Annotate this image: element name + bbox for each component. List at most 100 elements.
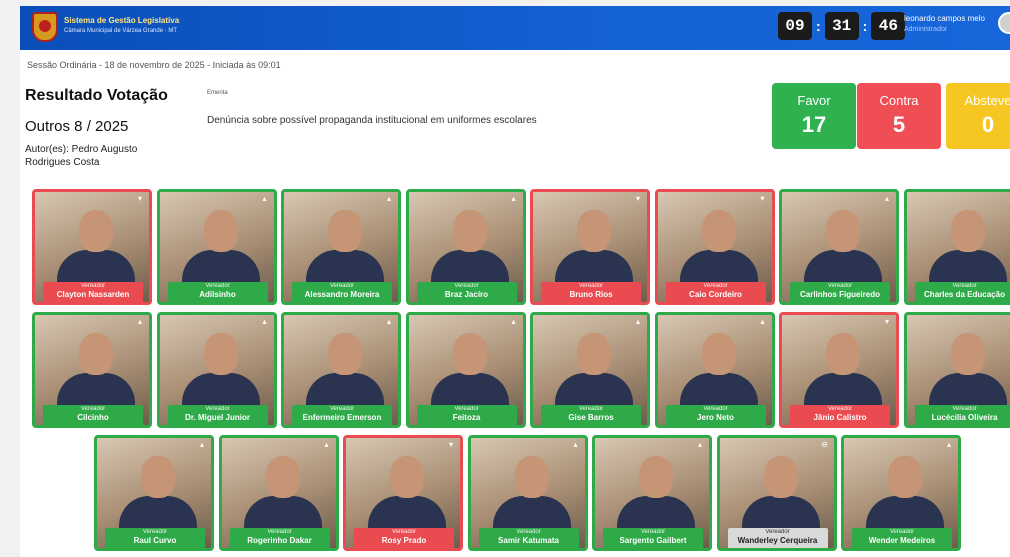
session-info: Sessão Ordinária - 18 de novembro de 202… [27,60,281,70]
councillor-role: Vereador [952,406,977,412]
councillor-card: ▴ VereadorCharles da Educação [903,189,1010,305]
councillor-name-tag: Vereador Lucécilia Oliveira [914,405,1010,425]
councillor-photo-head [826,210,860,252]
tally-abstention-value: 0 [981,112,995,137]
councillor-name-tag: Vereador Bruno Rios [541,282,641,302]
councillor-name-tag: Vereador Alessandro Moreira [292,282,392,302]
councillor-card: ▾ Vereador Caio Cordeiro [654,189,775,305]
councillor-photo-head [701,210,736,252]
councillor-name: Gise Barros [568,413,614,422]
councillor-name: Cilcinho [77,413,109,422]
tally-contra-value: 5 [892,112,906,137]
thumbs-down-icon: ▾ [448,440,453,449]
tally-abstention-label: Absteve [964,93,1010,108]
councillor-role: Vereador [889,529,915,535]
councillor-photo-head [639,456,673,498]
councillor-card: ▴ Vereador Dr. Miguel Junior [156,312,277,428]
councillor-name: Bruno Rios [569,290,613,299]
tally-favor-label: Favor [797,93,831,108]
councillor-card: ⊖ Vereador Wanderley Cerqueira [716,435,837,551]
councillor-role: Vereador [391,529,417,535]
tally-contra-label: Contra [879,93,919,108]
councillor-name: Sargento Gailbert [619,536,687,545]
thumbs-down-icon: ▾ [635,194,640,203]
councillor-name: Samir Katumata [498,536,559,545]
councillor-name-tag: Vereador Dr. Miguel Junior [167,405,268,425]
councillor-name: Feitoza [452,413,481,422]
clock-seconds: 46 [871,12,906,40]
thumbs-up-icon: ▴ [884,194,889,203]
councillor-card: ▴ Vereador Jero Neto [654,312,775,428]
councillor-name-tag: Vereador Rosy Prado [354,528,454,548]
councillor-role: Vereador [142,529,168,535]
councillor-role: Vereador [80,406,106,412]
councillor-name-tag: Vereador Carlinhos Figueiredo [790,282,890,302]
councillor-photo-head [514,456,549,498]
councillor-name: Adilsinho [199,290,236,299]
councillor-photo-head [452,210,487,252]
thumbs-down-icon: ▾ [137,194,142,203]
councillor-role: Vereador [578,406,604,412]
thumbs-up-icon: ▴ [573,440,578,449]
thumbs-down-icon: ▾ [884,317,889,326]
councillor-role: Vereador [267,529,292,535]
councillor-name-tag: Vereador Wanderley Cerqueira [727,528,828,548]
councillor-card: ▴ Vereador Rogerinho Dakar [218,435,339,551]
councillor-name: Jânio Calistro [813,413,867,422]
avatar[interactable] [998,12,1010,34]
thumbs-up-icon: ▴ [946,440,951,449]
councillor-photo-head [265,456,300,498]
councillor-name: Carlinhos Figueiredo [799,290,880,299]
tally-abstention: Absteve 0 [946,83,1010,149]
thumbs-up-icon: ▴ [137,317,142,326]
councillor-name: Clayton Nassarden [56,290,130,299]
councillor-card: ▴ Vereador Adilsinho [156,189,277,305]
councillor-card: ▴ Vereador Sargento Gailbert [592,435,712,551]
councillor-card: ▴ Vereador Gise Barros [530,312,650,428]
councillor-role: Vereador [454,283,479,289]
councillor-photo-head [79,333,113,375]
councillor-role: Vereador [640,529,666,535]
councillor-role: Vereador [329,406,355,412]
ementa-label: Ementa [207,90,228,96]
councillor-role: Vereador [765,529,790,535]
thumbs-up-icon: ▴ [635,317,640,326]
councillor-photo-head [452,333,487,375]
councillor-name: Wanderley Cerqueira [737,536,818,545]
user-menu[interactable]: leonardo campos melo Administrador [904,14,985,33]
councillor-card: ▴ Vereador Wender Medeiros [841,435,961,551]
thumbs-up-icon: ▴ [511,194,516,203]
thumbs-up-icon: ▴ [1007,194,1010,204]
municipal-crest-logo [32,12,58,42]
councillor-role: Vereador [516,529,541,535]
councillor-name: Wender Medeiros [868,536,936,545]
thumbs-up-icon: ▴ [386,194,391,203]
clock-separator: : [862,18,868,34]
councillor-photo-head [826,333,860,375]
councillor-name-tag: Vereador Samir Katumata [478,528,579,548]
councillor-role: Vereador [578,283,604,289]
tally-favor: Favor 17 [772,83,856,149]
thumbs-up-icon: ▴ [262,317,267,326]
session-clock: 09 : 31 : 46 [778,12,906,40]
councillor-card: ▴ Vereador Alessandro Moreira [281,189,401,305]
tally-favor-value: 17 [801,112,827,137]
councillor-role: Vereador [329,283,355,289]
ementa-text: Denúncia sobre possível propaganda insti… [207,115,537,126]
councillor-name-tag: Vereador Gise Barros [541,405,641,425]
councillor-name: Raul Curvo [133,536,177,545]
councillor-card: ▴ VereadorLucécilia Oliveira [903,312,1010,428]
councillor-name-tag: Vereador Jânio Calistro [790,405,890,425]
councillor-name-tag: Vereador Feitoza [416,405,517,425]
minus-circle-icon: ⊖ [821,440,828,449]
thumbs-up-icon: ▴ [262,194,267,203]
councillor-card: ▾ Vereador Bruno Rios [530,189,650,305]
councillor-role: Vereador [205,406,230,412]
top-bar: Sistema de Gestão Legislativa Câmara Mun… [20,6,1010,50]
councillor-card: ▴ Vereador Raul Curvo [94,435,214,551]
councillor-photo-head [950,210,985,252]
councillor-photo-head [577,210,611,252]
councillor-card: ▾ Vereador Rosy Prado [343,435,463,551]
councillor-photo-head [950,333,985,375]
councillor-name-tag: Vereador Jero Neto [665,405,766,425]
